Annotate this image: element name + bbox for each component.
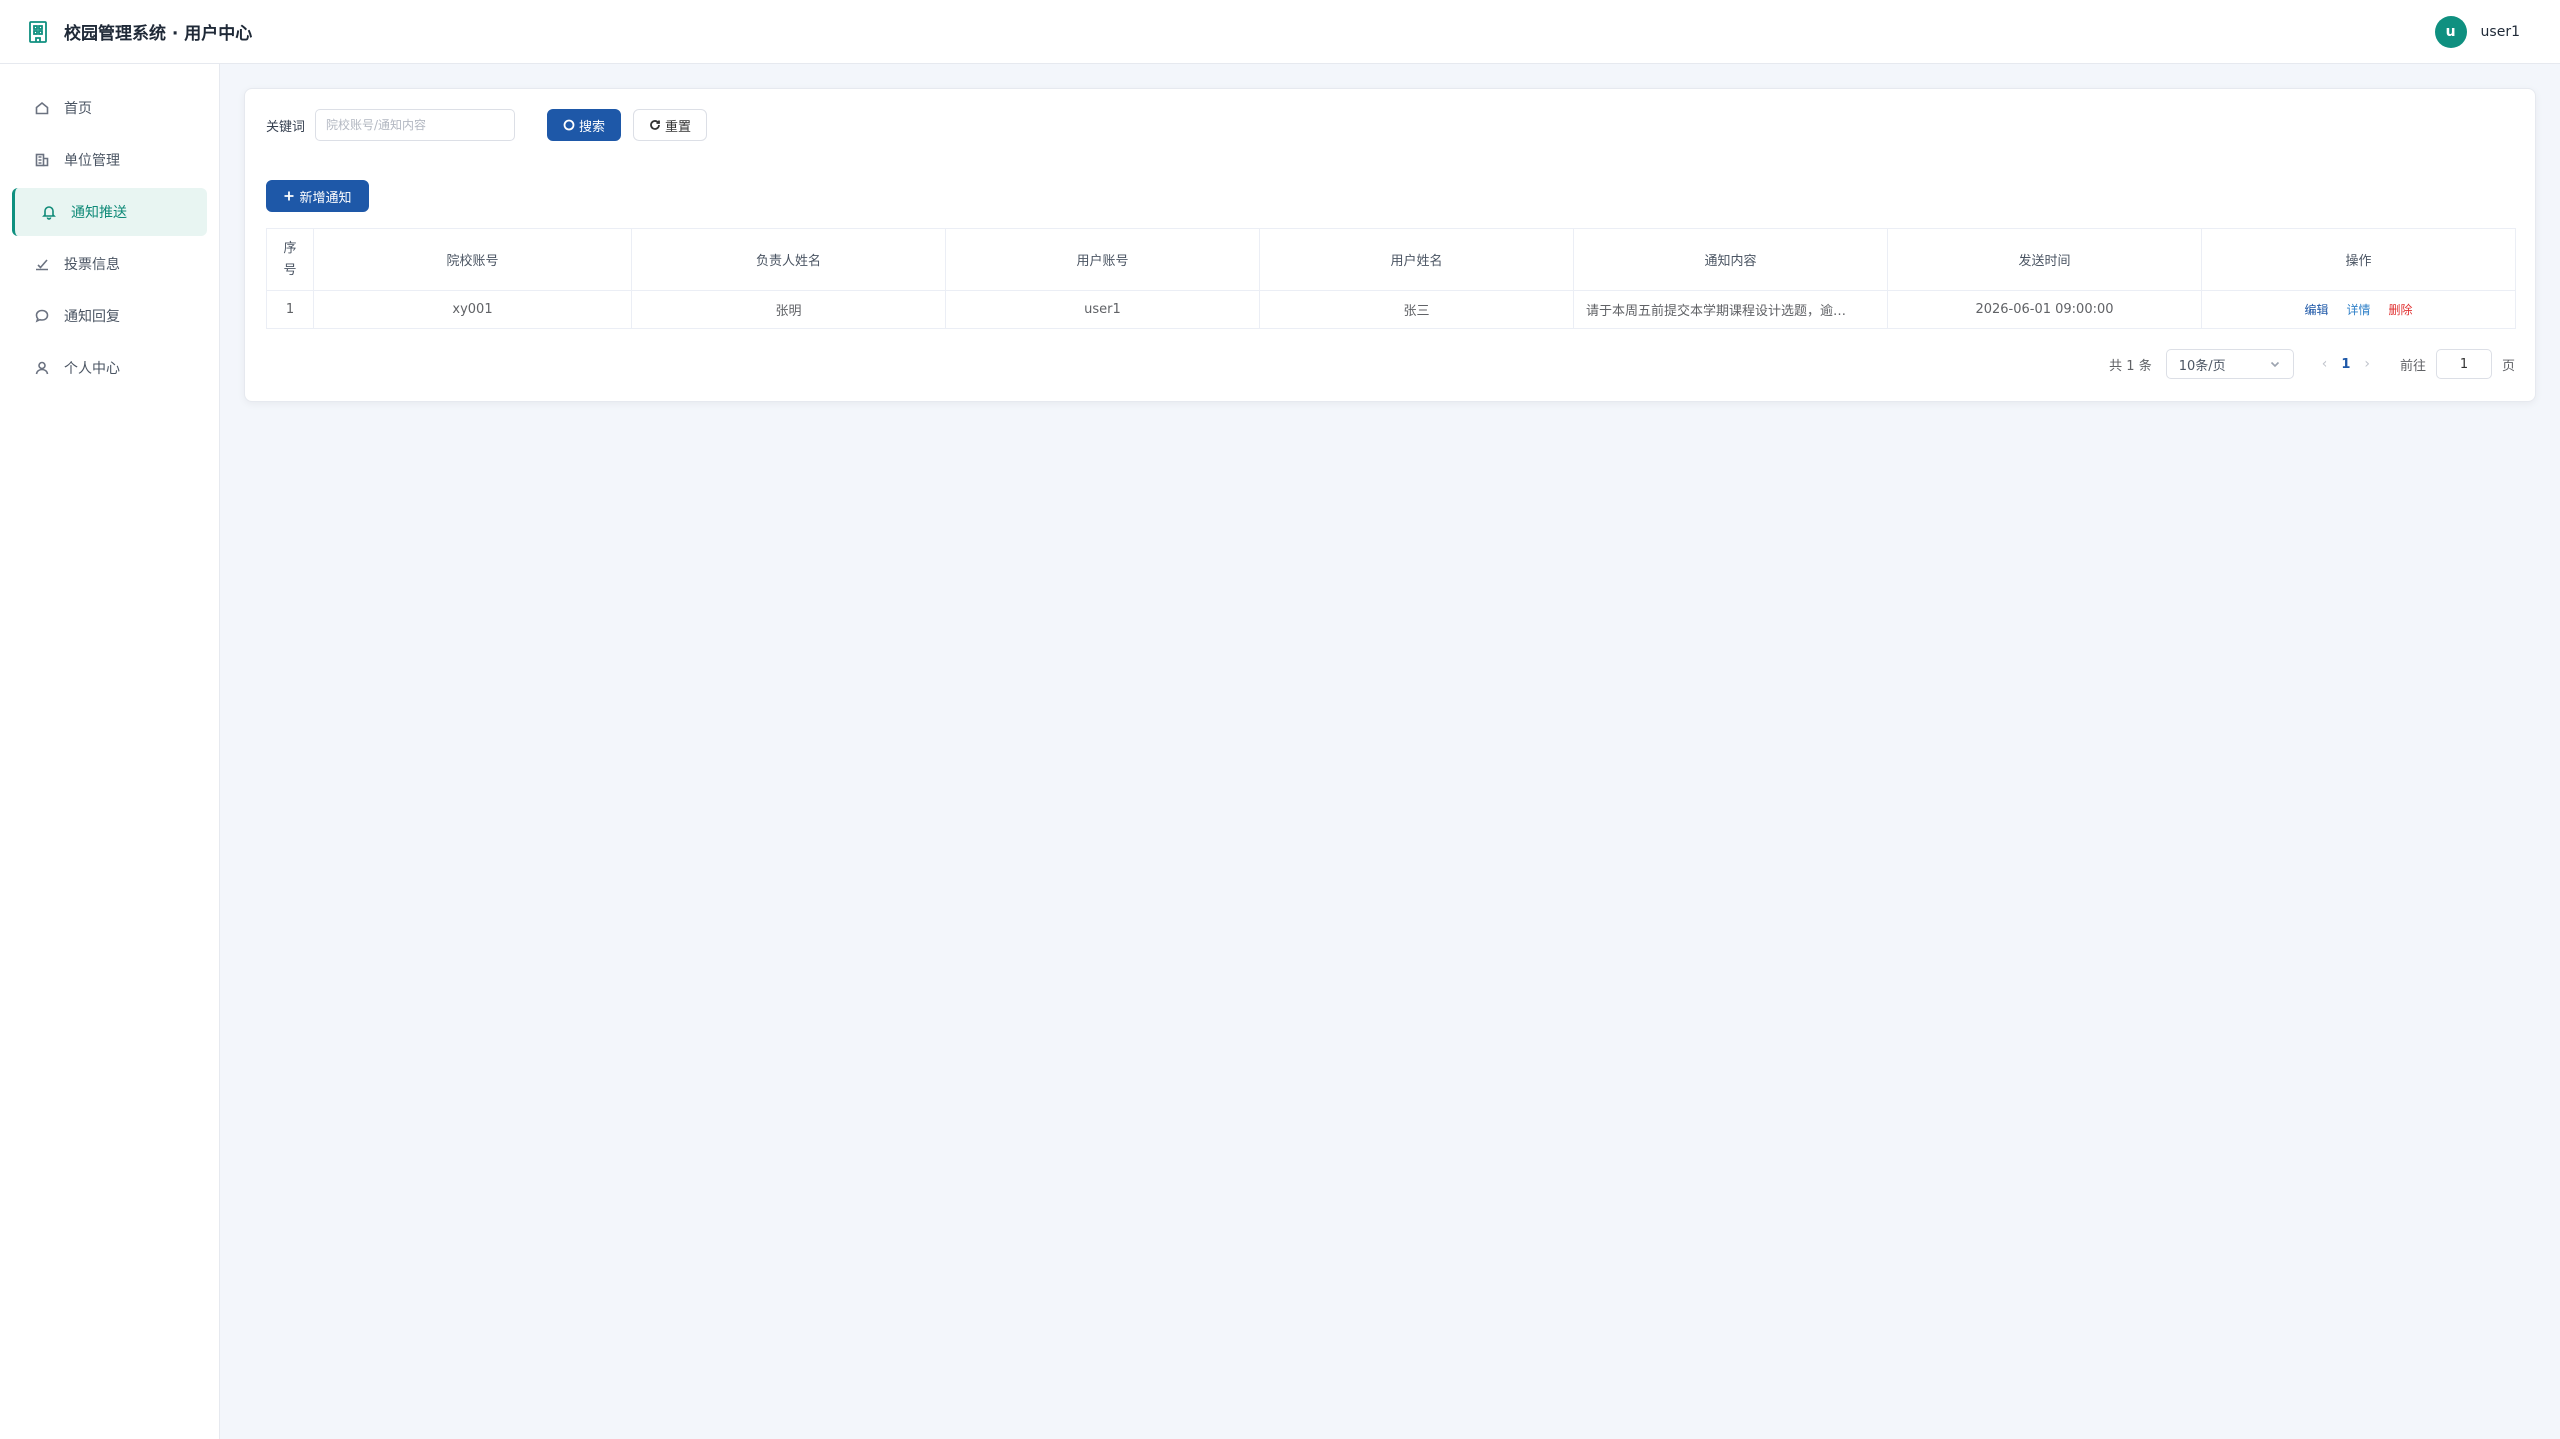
notifications-table: 序号 院校账号 负责人姓名 用户账号 用户姓名 通知内容 发送时间 操作 1 x… bbox=[266, 228, 2516, 329]
sidebar-item-label: 投票信息 bbox=[64, 257, 120, 273]
column-header-index: 序号 bbox=[266, 228, 314, 291]
column-header-send-time: 发送时间 bbox=[1887, 228, 2202, 291]
sidebar-item-replies[interactable]: 通知回复 bbox=[12, 292, 207, 340]
sidebar: 首页 单位管理 通知推送 投票信息 通知回复 个人中心 bbox=[0, 64, 220, 1439]
current-page[interactable]: 1 bbox=[2341, 357, 2350, 372]
delete-link[interactable]: 删除 bbox=[2389, 301, 2413, 318]
home-icon bbox=[35, 101, 49, 115]
building-logo-icon bbox=[29, 20, 47, 43]
prev-page-icon[interactable]: ‹ bbox=[2322, 356, 2328, 372]
avatar[interactable]: u bbox=[2434, 15, 2467, 48]
row-actions: 编辑 详情 删除 bbox=[2202, 301, 2515, 318]
reset-button[interactable]: 重置 bbox=[633, 109, 708, 141]
reset-button-label: 重置 bbox=[665, 119, 692, 135]
app-title: 校园管理系统 · 用户中心 bbox=[64, 24, 253, 44]
goto-page-input[interactable] bbox=[2435, 349, 2492, 379]
column-header-actions: 操作 bbox=[2201, 228, 2516, 291]
sidebar-item-label: 个人中心 bbox=[64, 361, 120, 377]
cell-send-time: 2026-06-01 09:00:00 bbox=[1887, 290, 2202, 329]
sidebar-item-label: 通知推送 bbox=[71, 205, 127, 221]
search-bar: 关键词 搜索 重置 bbox=[266, 109, 708, 141]
chat-icon bbox=[35, 309, 49, 323]
cell-index: 1 bbox=[266, 290, 314, 329]
table-row: 1 xy001 张明 user1 张三 请于本周五前提交本学期课程设计选题，逾…… bbox=[266, 290, 2516, 329]
page-size-value: 10条/页 bbox=[2178, 358, 2226, 374]
bell-icon bbox=[42, 206, 56, 220]
search-button[interactable]: 搜索 bbox=[547, 109, 622, 141]
user-icon bbox=[35, 361, 49, 375]
pagination: 共 1 条 10条/页 ‹ 1 › 前往 页 bbox=[2109, 349, 2515, 379]
edit-link[interactable]: 编辑 bbox=[2304, 301, 2328, 318]
username[interactable]: user1 bbox=[2481, 24, 2520, 40]
total-count: 共 1 条 bbox=[2109, 358, 2152, 374]
next-page-icon[interactable]: › bbox=[2364, 356, 2370, 372]
table-header-row: 序号 院校账号 负责人姓名 用户账号 用户姓名 通知内容 发送时间 操作 bbox=[266, 228, 2516, 291]
page-size-select[interactable]: 10条/页 bbox=[2165, 349, 2294, 379]
sidebar-item-votes[interactable]: 投票信息 bbox=[12, 240, 207, 288]
refresh-icon bbox=[650, 120, 660, 130]
content-card: 关键词 搜索 重置 新增通知 序号 院校账号 负责人姓名 用户账号 用户姓名 通… bbox=[244, 88, 2536, 402]
column-header-school-account: 院校账号 bbox=[313, 228, 632, 291]
cell-school-account: xy001 bbox=[313, 290, 632, 329]
chevron-down-icon bbox=[2270, 361, 2279, 368]
keyword-input[interactable] bbox=[315, 109, 516, 141]
building-icon bbox=[35, 153, 49, 167]
detail-link[interactable]: 详情 bbox=[2346, 301, 2370, 318]
cell-content: 请于本周五前提交本学期课程设计选题，逾… bbox=[1573, 290, 1888, 329]
user-menu[interactable]: u user1 bbox=[2434, 15, 2534, 48]
cell-user-account: user1 bbox=[945, 290, 1260, 329]
vote-icon bbox=[36, 259, 48, 271]
sidebar-item-label: 首页 bbox=[64, 101, 92, 117]
search-button-label: 搜索 bbox=[579, 119, 606, 135]
search-icon bbox=[563, 119, 575, 131]
plus-icon bbox=[284, 191, 294, 201]
cell-user-name: 张三 bbox=[1259, 290, 1574, 329]
page-suffix: 页 bbox=[2501, 358, 2515, 374]
column-header-content: 通知内容 bbox=[1573, 228, 1888, 291]
top-header: 校园管理系统 · 用户中心 u user1 bbox=[0, 0, 2560, 64]
sidebar-item-notifications[interactable]: 通知推送 bbox=[12, 188, 207, 236]
sidebar-item-profile[interactable]: 个人中心 bbox=[12, 344, 207, 392]
add-notification-button[interactable]: 新增通知 bbox=[266, 180, 369, 212]
column-header-user-account: 用户账号 bbox=[945, 228, 1260, 291]
keyword-label: 关键词 bbox=[266, 119, 306, 135]
sidebar-item-units[interactable]: 单位管理 bbox=[12, 136, 207, 184]
cell-manager-name: 张明 bbox=[631, 290, 946, 329]
goto-label: 前往 bbox=[2399, 358, 2426, 374]
add-button-label: 新增通知 bbox=[299, 190, 352, 206]
sidebar-item-label: 单位管理 bbox=[64, 153, 120, 169]
sidebar-item-home[interactable]: 首页 bbox=[12, 84, 207, 132]
brand: 校园管理系统 · 用户中心 bbox=[26, 19, 252, 44]
column-header-manager-name: 负责人姓名 bbox=[631, 228, 946, 291]
sidebar-item-label: 通知回复 bbox=[64, 309, 120, 325]
column-header-user-name: 用户姓名 bbox=[1259, 228, 1574, 291]
cell-actions: 编辑 详情 删除 bbox=[2201, 290, 2516, 329]
